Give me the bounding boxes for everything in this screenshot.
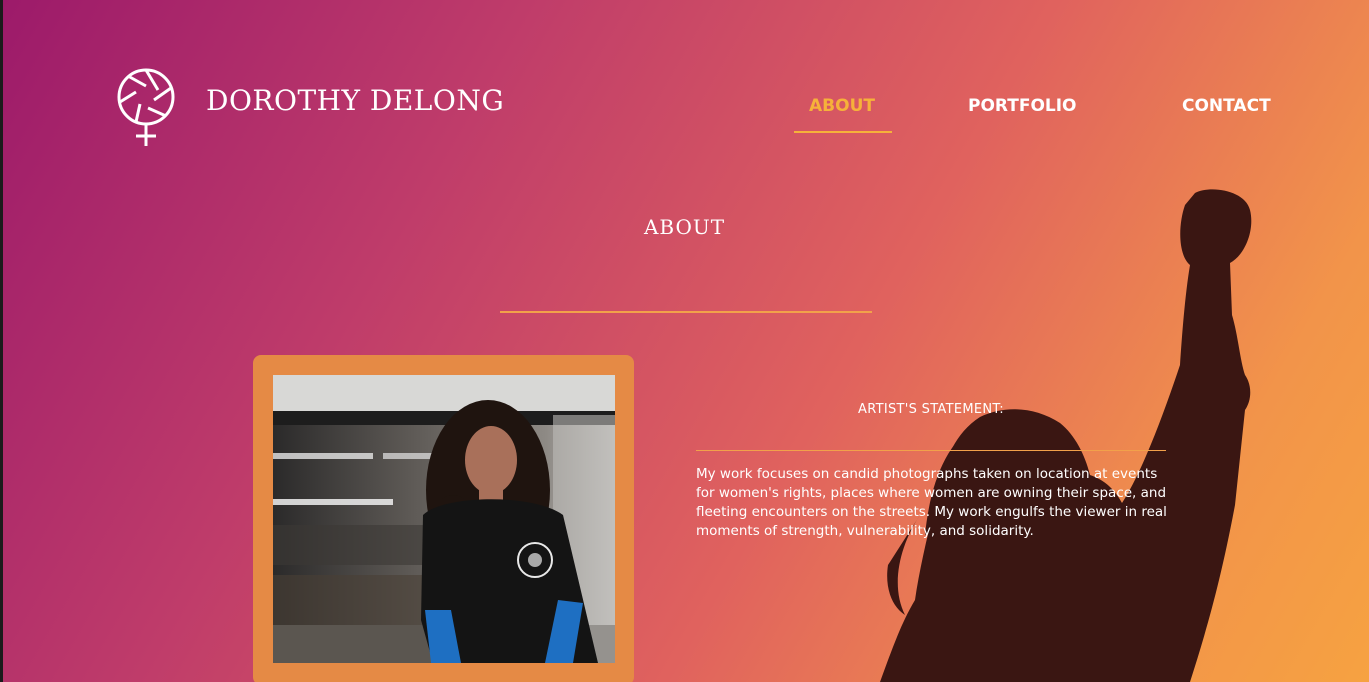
logo[interactable] — [114, 66, 180, 148]
nav-about[interactable]: ABOUT — [809, 96, 875, 116]
title-divider — [500, 311, 872, 313]
nav-contact[interactable]: CONTACT — [1182, 96, 1271, 116]
statement-body: My work focuses on candid photographs ta… — [696, 466, 1167, 539]
statement-heading: ARTIST'S STATEMENT: — [858, 402, 1004, 417]
photo-frame — [253, 355, 634, 682]
aperture-venus-icon — [117, 68, 175, 146]
nav-portfolio[interactable]: PORTFOLIO — [968, 96, 1077, 116]
window-edge — [0, 0, 3, 682]
raised-fist-silhouette — [880, 189, 1252, 682]
brand-name[interactable]: DOROTHY DELONG — [206, 84, 504, 117]
portrait-photo — [273, 375, 615, 663]
page-title: ABOUT — [643, 215, 726, 239]
statement-divider — [696, 450, 1166, 451]
nav-active-underline — [794, 131, 892, 133]
